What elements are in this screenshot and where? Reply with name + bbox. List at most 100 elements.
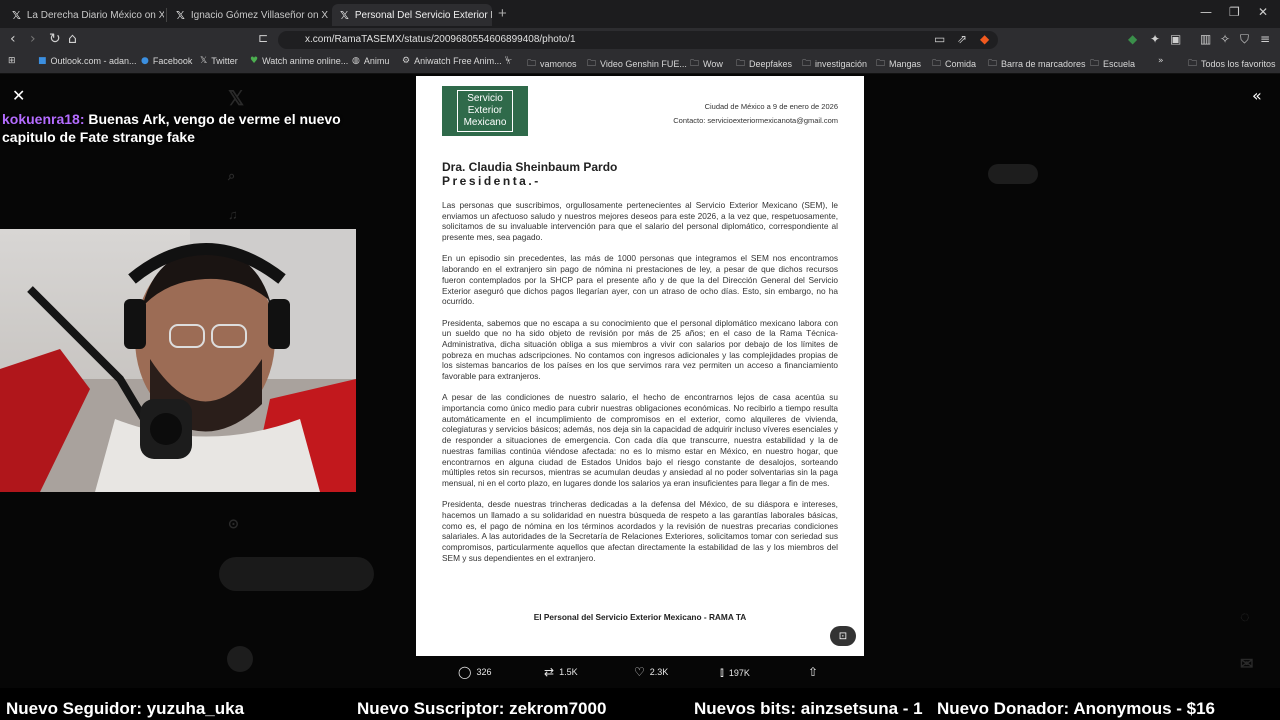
webcam-figure: [0, 229, 356, 492]
logo-line-3: Mexicano: [463, 117, 507, 128]
bookmark-folder-barra[interactable]: 🗀 Barra de marcadores: [988, 56, 1086, 72]
alert-subscriber: Nuevo Suscriptor: zekrom7000: [357, 699, 607, 718]
alert-donor: Nuevo Donador: Anonymous - $16: [937, 699, 1216, 718]
outlook-icon: ■: [38, 56, 47, 66]
bookmark-aniwatch[interactable]: ⚙ Aniwatch Free Anim...: [402, 56, 502, 66]
logo-line-2: Exterior: [467, 105, 503, 116]
ghost-messages-icon: ✉: [1240, 656, 1254, 673]
letter-image[interactable]: Servicio Exterior Mexicano Ciudad de Méx…: [416, 76, 864, 656]
all-bookmarks[interactable]: 🗀 Todos los favoritos: [1188, 56, 1276, 72]
stream-chat-message: kokuenra18: Buenas Ark, vengo de verme e…: [2, 110, 342, 146]
bookmark-folder-comida[interactable]: 🗀 Comida: [932, 56, 976, 72]
letter-recipient: Dra. Claudia Sheinbaum Pardo Presidenta.…: [442, 160, 617, 188]
like-button[interactable]: ♡ 2.3K: [634, 665, 668, 679]
vpn-icon[interactable]: ◆: [1128, 32, 1137, 46]
post-actions-bar: ◯ 326 ⇄ 1.5K ♡ 2.3K ⫾ 197K ⇧: [416, 658, 864, 686]
sidebar-icon[interactable]: ▥: [1200, 32, 1211, 46]
chat-username: kokuenra18:: [2, 111, 85, 127]
more-bookmarks-icon[interactable]: »: [1158, 56, 1164, 66]
letter-date: Ciudad de México a 9 de enero de 2026: [704, 102, 838, 111]
bookmark-folder-mangas[interactable]: 🗀 Mangas: [876, 56, 921, 72]
bookmark-extra-icon[interactable]: ⏧: [505, 56, 512, 66]
tab-title: Ignacio Gómez Villaseñor on X: ": [190, 9, 328, 21]
bookmark-watch-anime[interactable]: ♥ Watch anime online...: [250, 56, 348, 66]
collapse-panel-icon[interactable]: «: [1252, 86, 1262, 105]
aniwatch-icon: ⚙: [402, 56, 411, 66]
minimize-icon[interactable]: —: [1200, 5, 1212, 19]
zoom-image-icon[interactable]: ⊡: [830, 626, 856, 646]
folder-icon: 🗀: [736, 59, 746, 69]
browser-tab-1[interactable]: 𝕏 La Derecha Diario México on X: ": [4, 4, 164, 26]
brave-shield-icon[interactable]: ◆: [980, 32, 989, 46]
alert-follower: Nuevo Seguidor: yuzuha_uka: [6, 699, 245, 718]
bookmark-folder-investigacion[interactable]: 🗀 investigación: [802, 56, 867, 72]
folder-icon: 🗀: [932, 59, 942, 69]
browser-tab-3[interactable]: 𝕏 Personal Del Servicio Exterior Me ✕: [332, 4, 492, 26]
view-count: 197K: [728, 667, 750, 678]
views-chart-icon: ⫾: [720, 665, 724, 679]
wallet-icon[interactable]: ▣: [1170, 32, 1181, 46]
leo-ai-icon[interactable]: ✧: [1220, 32, 1230, 46]
bookmark-facebook[interactable]: ● Facebook: [141, 56, 192, 66]
repost-icon: ⇄: [544, 665, 555, 679]
close-window-icon[interactable]: ✕: [1258, 5, 1268, 19]
ghost-search-icon: ⌕: [228, 168, 236, 183]
recipient-name: Dra. Claudia Sheinbaum Pardo: [442, 160, 618, 174]
restore-icon[interactable]: ❐: [1229, 5, 1240, 19]
bookmark-icon[interactable]: ⊏: [258, 31, 268, 45]
stream-alerts-bar: Nuevo Seguidor: yuzuha_uka Nuevo Suscrip…: [0, 698, 1280, 720]
back-icon[interactable]: ‹: [10, 31, 16, 47]
folder-icon: 🗀: [1188, 59, 1198, 69]
bookmark-animu[interactable]: ◍ Animu: [352, 56, 389, 66]
bookmark-outlook[interactable]: ■ Outlook.com - adan...: [38, 56, 137, 66]
reply-icon: ◯: [458, 665, 472, 679]
extensions-icon[interactable]: ✦: [1150, 32, 1160, 46]
logo-line-1: Servicio: [467, 93, 503, 104]
letter-contact: Contacto: servicioexteriormexicanota@gma…: [673, 116, 838, 125]
bookmark-twitter[interactable]: 𝕏 Twitter: [200, 56, 238, 66]
new-tab-button[interactable]: +: [498, 5, 507, 22]
reply-count: 326: [476, 667, 492, 677]
views-button[interactable]: ⫾ 197K: [720, 665, 750, 680]
address-bar-row: ‹ › ↻ ⌂ ⊏ x.com/RamaTASEMX/status/200968…: [0, 28, 1280, 52]
bookmark-folder-vamonos[interactable]: 🗀 vamonos: [527, 56, 577, 72]
folder-icon: 🗀: [690, 59, 700, 69]
home-icon[interactable]: ⌂: [68, 31, 77, 47]
url-field[interactable]: x.com/RamaTASEMX/status/2009680554606899…: [278, 31, 998, 49]
bookmarks-bar: ⊞ ■ Outlook.com - adan... ● Facebook 𝕏 Twit…: [0, 52, 1280, 74]
photo-viewer: 𝕏 ⌕ ♫ ⊙ ◌ ✉ ✕ « kokuenra18: Buenas Ark, …: [0, 74, 1280, 688]
folder-icon: 🗀: [876, 59, 886, 69]
apps-grid-icon[interactable]: ⊞: [8, 56, 16, 66]
anime-icon: ♥: [250, 56, 259, 66]
folder-icon: 🗀: [802, 59, 812, 69]
folder-icon: 🗀: [527, 59, 537, 69]
ghost-follow-button: [988, 164, 1038, 184]
bookmark-folder-genshin[interactable]: 🗀 Video Genshin FUE...: [587, 56, 687, 72]
repost-button[interactable]: ⇄ 1.5K: [544, 665, 578, 679]
shield-icon[interactable]: ⛉: [1240, 32, 1249, 47]
globe-icon: ◍: [352, 56, 360, 66]
reload-icon[interactable]: ↻: [49, 31, 61, 47]
bookmark-folder-deepfakes[interactable]: 🗀 Deepfakes: [736, 56, 792, 72]
browser-tab-2[interactable]: 𝕏 Ignacio Gómez Villaseñor on X: ": [168, 4, 328, 26]
folder-icon: 🗀: [988, 59, 998, 69]
tab-bar: 𝕏 La Derecha Diario México on X: " 𝕏 Ign…: [0, 0, 1280, 28]
reply-button[interactable]: ◯ 326: [458, 665, 491, 679]
letter-header-info: Ciudad de México a 9 de enero de 2026 Co…: [673, 100, 838, 128]
like-count: 2.3K: [649, 667, 669, 677]
bookmark-folder-escuela[interactable]: 🗀 Escuela: [1090, 56, 1135, 72]
bookmark-folder-wow[interactable]: 🗀 Wow: [690, 56, 723, 72]
letter-paragraph: En un episodio sin precedentes, las más …: [442, 253, 838, 307]
forward-icon[interactable]: ›: [30, 31, 36, 47]
screen-icon[interactable]: ▭: [934, 32, 945, 46]
x-icon: 𝕏: [12, 8, 21, 22]
x-icon: 𝕏: [176, 8, 185, 22]
ghost-grok-icon: ◌: [1240, 609, 1250, 626]
close-viewer-icon[interactable]: ✕: [12, 86, 25, 105]
share-icon[interactable]: ⇗: [957, 32, 967, 46]
alert-bits: Nuevos bits: ainzsetsuna - 1: [694, 699, 923, 718]
tab-title: La Derecha Diario México on X: ": [26, 9, 164, 21]
sem-logo: Servicio Exterior Mexicano: [442, 86, 528, 136]
share-button[interactable]: ⇧: [808, 665, 818, 679]
menu-icon[interactable]: ≡: [1260, 32, 1270, 46]
